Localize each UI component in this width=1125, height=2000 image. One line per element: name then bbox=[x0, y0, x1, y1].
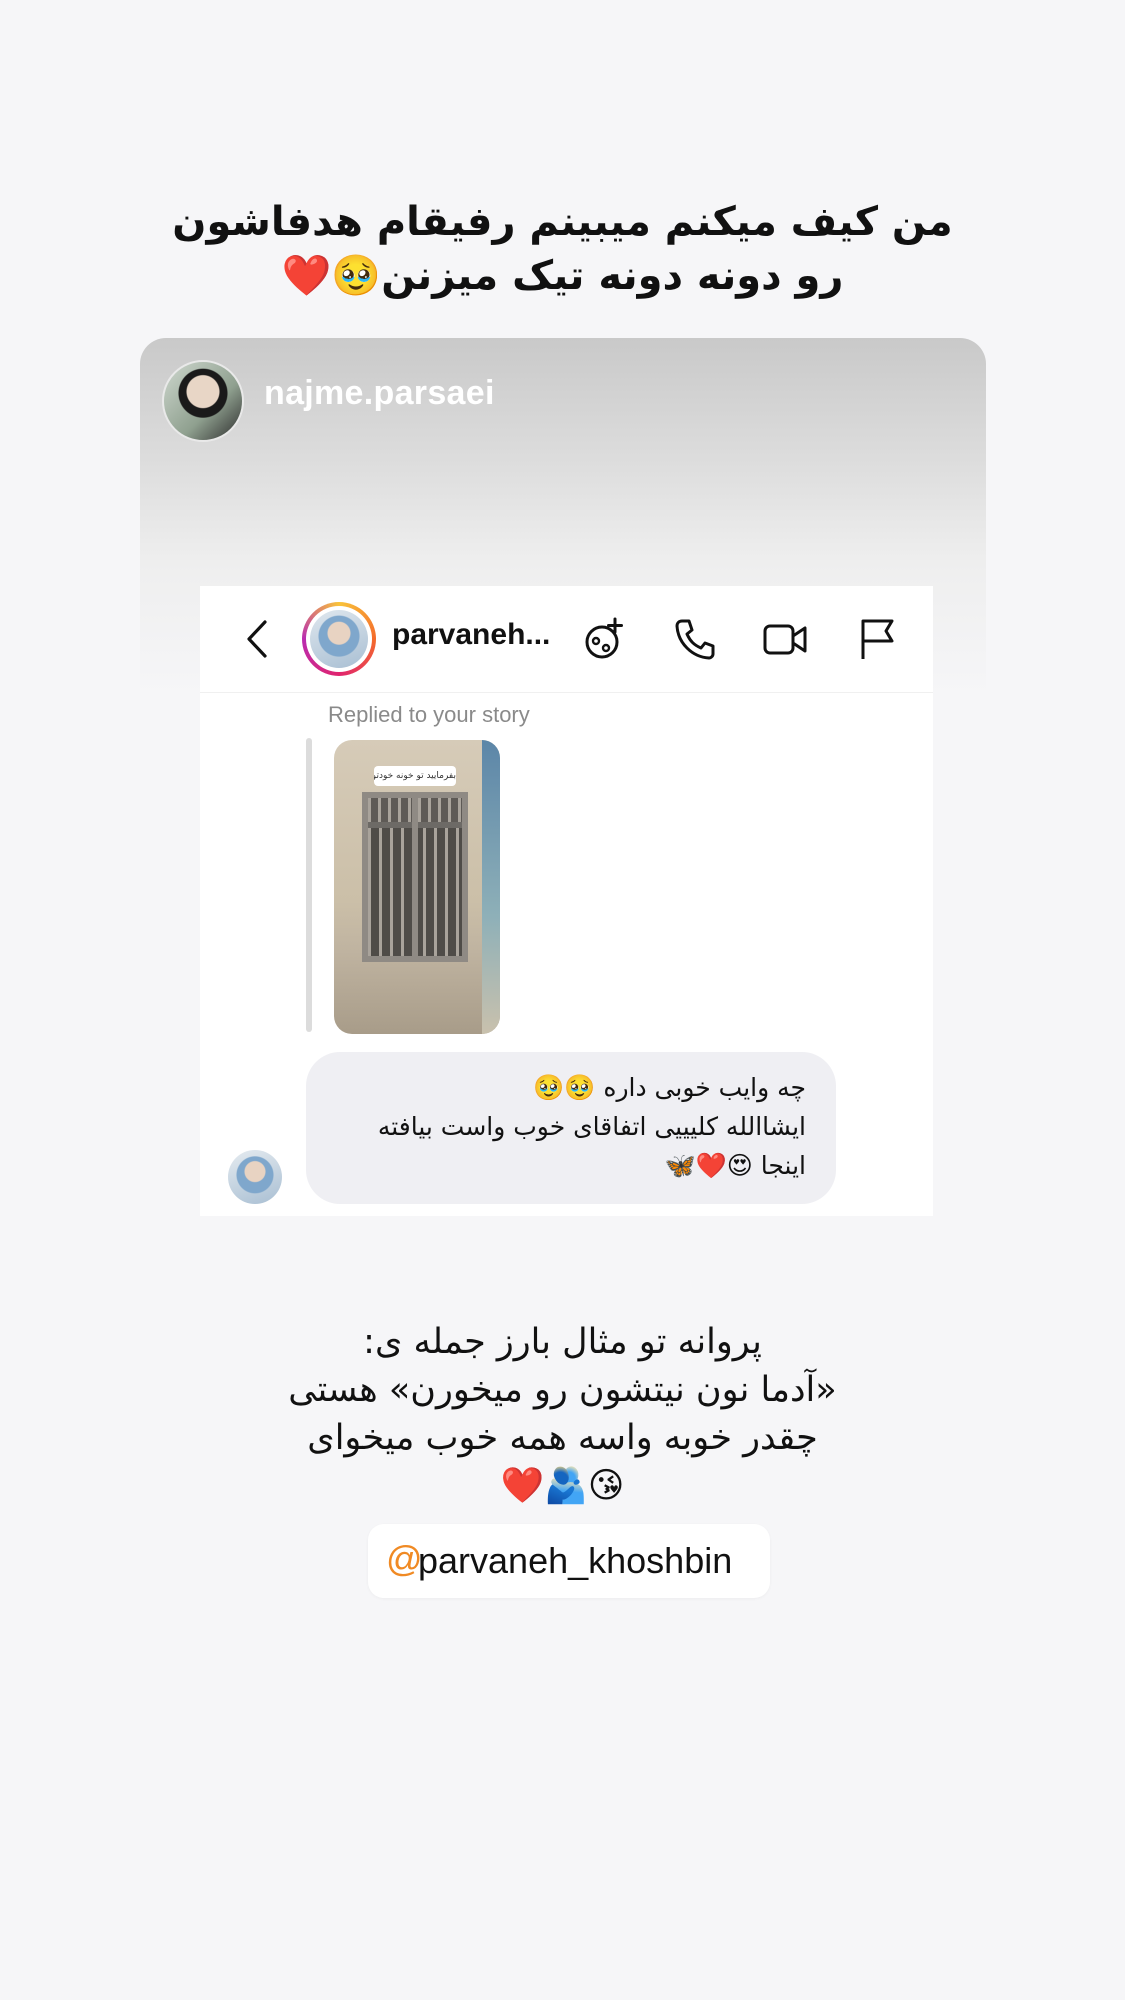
message-line-3: اینجا 😍❤️🦋 bbox=[664, 1151, 806, 1180]
headline-line-1: من کیف میکنم میبینم رفیقام هدفاشون bbox=[172, 199, 953, 245]
phone-icon[interactable] bbox=[672, 616, 718, 662]
headline-line-2: رو دونه دونه تیک میزنن🥹❤️ bbox=[281, 253, 844, 299]
mention-sticker[interactable]: @ parvaneh_khoshbin bbox=[368, 1524, 770, 1598]
add-effect-icon[interactable] bbox=[582, 616, 628, 662]
door-image bbox=[362, 792, 468, 962]
dm-header: parvaneh... bbox=[200, 586, 933, 693]
caption-line-3: چقدر خوبه واسه همه خوب میخوای bbox=[307, 1418, 818, 1458]
caption-line-2: «آدما نون نیتشون رو میخورن» هستی bbox=[288, 1370, 837, 1410]
message-line-2: ایشاالله کلیییی اتفاقای خوب واست بیافته bbox=[377, 1112, 806, 1141]
contact-avatar[interactable] bbox=[302, 602, 376, 676]
author-avatar[interactable] bbox=[162, 360, 244, 442]
author-username[interactable]: najme.parsaei bbox=[264, 374, 495, 413]
message-line-1: چه وایب خوبی داره 🥹🥹 bbox=[533, 1073, 806, 1102]
mention-handle: parvaneh_khoshbin bbox=[418, 1540, 733, 1581]
sender-avatar[interactable] bbox=[228, 1150, 282, 1204]
story-caption: پروانه تو مثال بارز جمله ی: «آدما نون نی… bbox=[150, 1318, 975, 1510]
replied-to-story-label: Replied to your story bbox=[328, 702, 530, 727]
dm-screenshot: parvaneh... Replied to your story بفرمای… bbox=[200, 586, 933, 1216]
back-icon[interactable] bbox=[236, 616, 282, 662]
caption-line-4: 😘🫂❤️ bbox=[500, 1466, 625, 1506]
contact-name[interactable]: parvaneh... bbox=[392, 618, 550, 652]
story-sticker: بفرمایید تو خونه خودتون😍 bbox=[374, 766, 456, 786]
video-icon[interactable] bbox=[762, 616, 808, 662]
message-bubble[interactable]: چه وایب خوبی داره 🥹🥹 ایشاالله کلیییی اتف… bbox=[306, 1052, 836, 1204]
story-headline: من کیف میکنم میبینم رفیقام هدفاشون رو دو… bbox=[150, 195, 975, 303]
reply-quote-bar bbox=[306, 738, 312, 1032]
flag-icon[interactable] bbox=[854, 616, 900, 662]
story-thumbnail[interactable]: بفرمایید تو خونه خودتون😍 bbox=[334, 740, 500, 1034]
caption-line-1: پروانه تو مثال بارز جمله ی: bbox=[363, 1322, 762, 1362]
